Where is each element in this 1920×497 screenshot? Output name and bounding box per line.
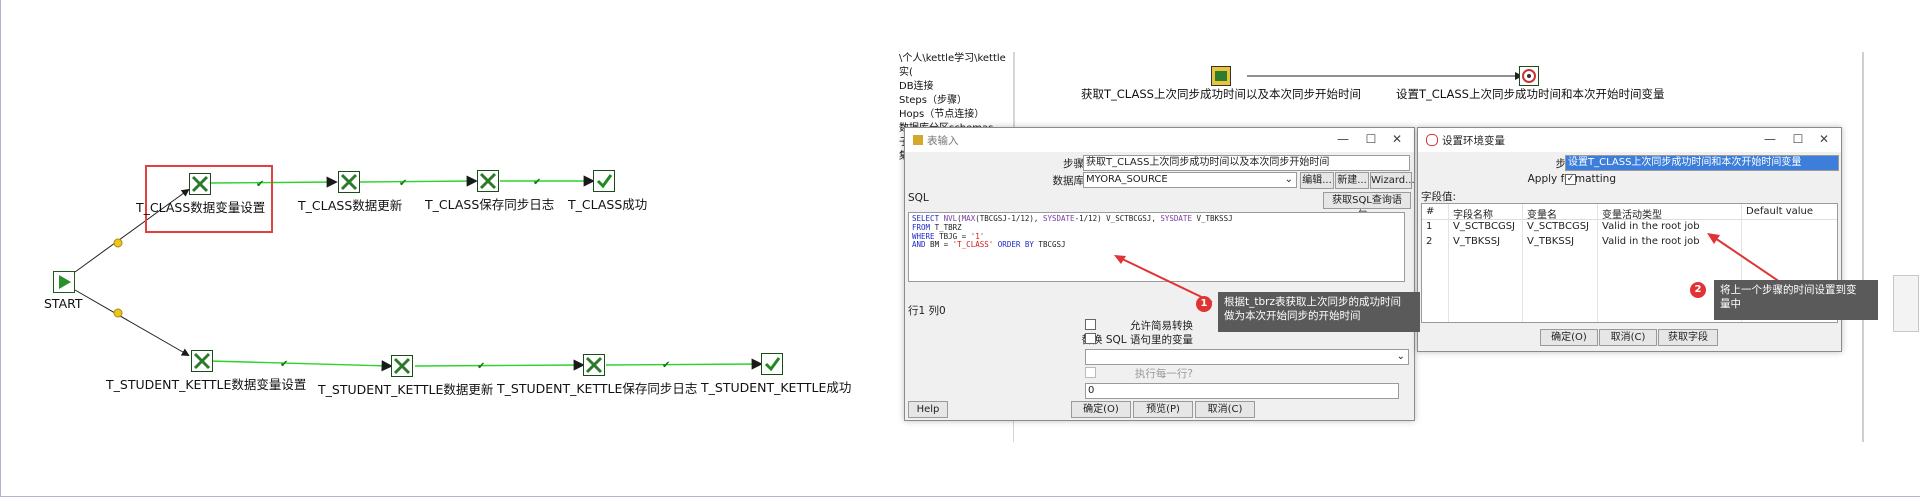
annotation-arrows: [1114, 233, 1781, 303]
annotation-callout-2: 将上一个步骤的时间设置到变 量中: [1714, 280, 1878, 320]
annotation-badge-1: 1: [1196, 296, 1212, 312]
annotation-badge-2: 2: [1690, 282, 1706, 298]
annotation-callout-1: 根据t_tbrz表获取上次同步的成功时间 做为本次开始同步的开始时间: [1218, 292, 1420, 332]
